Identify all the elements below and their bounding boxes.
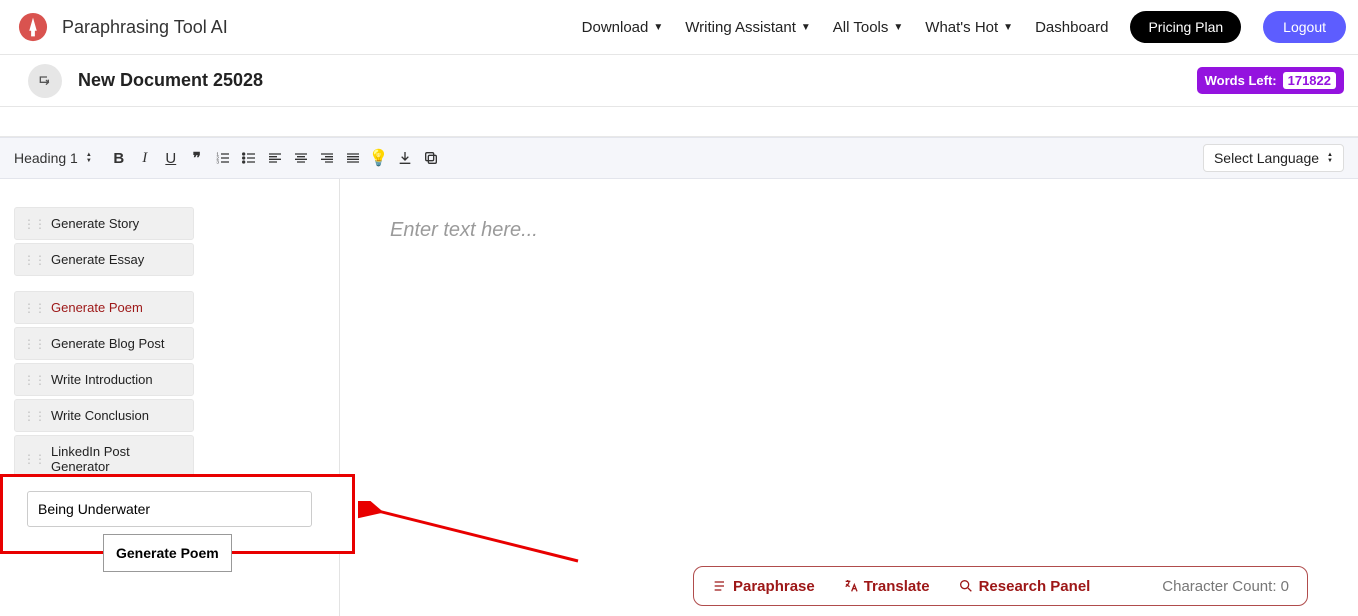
- caret-down-icon: ▼: [893, 22, 903, 33]
- quote-button[interactable]: ❞: [184, 145, 210, 171]
- words-left-badge: Words Left: 171822: [1197, 67, 1344, 94]
- nav-writing-assistant[interactable]: Writing Assistant▼: [685, 19, 811, 36]
- heading-selector[interactable]: Heading 1 ▲▼: [14, 150, 92, 166]
- grip-icon: ⋮⋮: [23, 452, 45, 466]
- back-icon[interactable]: [28, 64, 62, 98]
- editor-toolbar: Heading 1 ▲▼ B I U ❞ 123 💡 Select Langua…: [0, 137, 1358, 179]
- svg-text:3: 3: [216, 159, 219, 164]
- unordered-list-button[interactable]: [236, 145, 262, 171]
- align-left-button[interactable]: [262, 145, 288, 171]
- subheader: New Document 25028 Words Left: 171822: [0, 55, 1358, 107]
- align-right-button[interactable]: [314, 145, 340, 171]
- underline-button[interactable]: U: [158, 145, 184, 171]
- sidebar-item-generate-essay[interactable]: ⋮⋮Generate Essay: [14, 243, 194, 276]
- language-selector[interactable]: Select Language ▲▼: [1203, 144, 1344, 172]
- main-header: Paraphrasing Tool AI Download▼ Writing A…: [0, 0, 1358, 55]
- sidebar-item-generate-poem[interactable]: ⋮⋮Generate Poem: [14, 291, 194, 324]
- translate-button[interactable]: Translate: [843, 578, 930, 595]
- editor-placeholder: Enter text here...: [390, 219, 538, 241]
- logout-button[interactable]: Logout: [1263, 11, 1346, 43]
- nav-whats-hot[interactable]: What's Hot▼: [925, 19, 1013, 36]
- grip-icon: ⋮⋮: [23, 217, 45, 231]
- copy-button[interactable]: [418, 145, 444, 171]
- bold-button[interactable]: B: [106, 145, 132, 171]
- research-panel-button[interactable]: Research Panel: [958, 578, 1091, 595]
- editor-area[interactable]: Enter text here... Paraphrase Translate …: [340, 179, 1358, 616]
- idea-button[interactable]: 💡: [366, 145, 392, 171]
- brand-name: Paraphrasing Tool AI: [62, 17, 228, 38]
- pricing-plan-button[interactable]: Pricing Plan: [1130, 11, 1241, 43]
- nav-download[interactable]: Download▼: [582, 19, 664, 36]
- align-justify-button[interactable]: [340, 145, 366, 171]
- caret-down-icon: ▼: [801, 22, 811, 33]
- grip-icon: ⋮⋮: [23, 337, 45, 351]
- app-logo: [18, 12, 48, 42]
- grip-icon: ⋮⋮: [23, 373, 45, 387]
- nav-dashboard[interactable]: Dashboard: [1035, 19, 1108, 36]
- caret-down-icon: ▼: [1003, 22, 1013, 33]
- italic-button[interactable]: I: [132, 145, 158, 171]
- generate-poem-button[interactable]: Generate Poem: [103, 534, 232, 572]
- grip-icon: ⋮⋮: [23, 301, 45, 315]
- sidebar-item-write-introduction[interactable]: ⋮⋮Write Introduction: [14, 363, 194, 396]
- sidebar-item-write-conclusion[interactable]: ⋮⋮Write Conclusion: [14, 399, 194, 432]
- ordered-list-button[interactable]: 123: [210, 145, 236, 171]
- nav-all-tools[interactable]: All Tools▼: [833, 19, 904, 36]
- sidebar: ⋮⋮Generate Story ⋮⋮Generate Essay ⋮⋮Gene…: [0, 179, 340, 616]
- bottom-action-panel: Paraphrase Translate Research Panel Char…: [693, 566, 1308, 606]
- prompt-input[interactable]: [27, 491, 312, 527]
- grip-icon: ⋮⋮: [23, 409, 45, 423]
- character-count: Character Count: 0: [1162, 578, 1289, 595]
- grip-icon: ⋮⋮: [23, 253, 45, 267]
- annotation-arrow: [358, 501, 588, 571]
- sidebar-item-generate-story[interactable]: ⋮⋮Generate Story: [14, 207, 194, 240]
- caret-down-icon: ▼: [653, 22, 663, 33]
- sidebar-item-generate-blog-post[interactable]: ⋮⋮Generate Blog Post: [14, 327, 194, 360]
- align-center-button[interactable]: [288, 145, 314, 171]
- paraphrase-button[interactable]: Paraphrase: [712, 578, 815, 595]
- document-title: New Document 25028: [78, 70, 263, 91]
- download-button[interactable]: [392, 145, 418, 171]
